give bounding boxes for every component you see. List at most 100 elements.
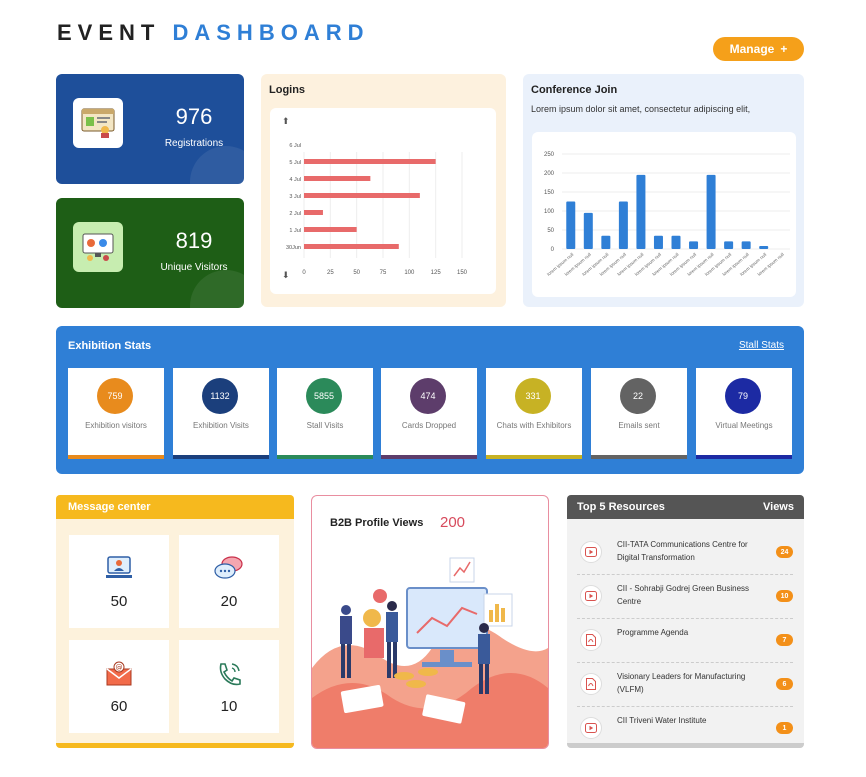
manage-button[interactable]: Manage + [713, 37, 804, 61]
plus-icon: + [780, 42, 788, 56]
stat-color-bar [277, 455, 373, 459]
registrations-label: Registrations [164, 138, 224, 149]
b2b-value: 200 [440, 514, 466, 531]
resource-item[interactable]: CII-TATA Communications Centre for Digit… [577, 530, 793, 575]
chat-count: 20 [220, 593, 238, 610]
top-resources-footer [567, 743, 804, 748]
conference-bar[interactable] [724, 241, 734, 249]
email-icon: @ [103, 658, 135, 690]
conference-bar[interactable] [583, 212, 593, 249]
message-center-title: Message center [56, 495, 294, 519]
y-tick-label: 250 [544, 152, 555, 158]
login-bar[interactable] [304, 227, 357, 232]
stat-color-bar [486, 455, 582, 459]
video-call-icon [103, 553, 135, 585]
login-bar[interactable] [304, 244, 399, 249]
resource-title: CII-TATA Communications Centre for Digit… [617, 540, 748, 562]
email-card[interactable]: @ 60 [69, 640, 169, 733]
x-tick-label: 150 [457, 270, 468, 276]
video-call-card[interactable]: 50 [69, 535, 169, 628]
conference-bar[interactable] [636, 174, 646, 249]
exhibition-stat-card[interactable]: 5855 Stall Visits [277, 368, 373, 459]
stat-label: Cards Dropped [401, 421, 457, 430]
unique-visitors-label: Unique Visitors [160, 262, 228, 273]
exhibition-stat-card[interactable]: 759 Exhibition visitors [68, 368, 164, 459]
video-play-icon [580, 717, 602, 739]
resource-item[interactable]: CII Triveni Water Institute 1 [577, 706, 793, 748]
logins-chart: ⬆ ⬇ 0 25 50 75 100 125 150 6 Jul 5 Jul 4 Jul 3 Jul… [270, 108, 496, 294]
b2b-profile-views-panel[interactable]: B2B Profile Views 200 [311, 495, 549, 749]
conference-bar[interactable] [671, 235, 681, 249]
views-badge: 1 [776, 722, 793, 734]
stat-value-circle: 759 [97, 378, 133, 414]
y-tick-label: 5 Jul [289, 160, 301, 166]
top-resources-header: Top 5 Resources Views [567, 495, 804, 519]
phone-card[interactable]: 10 [179, 640, 279, 733]
resource-item[interactable]: CII - Sohrabji Godrej Green Business Cen… [577, 574, 793, 619]
registrations-card[interactable]: 976 Registrations [56, 74, 244, 184]
stat-color-bar [696, 455, 792, 459]
svg-text:@: @ [116, 664, 123, 672]
y-tick-label: 3 Jul [289, 194, 301, 200]
phone-call-icon [213, 658, 245, 690]
exhibition-title: Exhibition Stats [68, 340, 152, 352]
login-bar[interactable] [304, 193, 420, 198]
conference-bar[interactable] [601, 235, 611, 249]
page-title-part1: EVENT [57, 20, 161, 45]
stat-color-bar [591, 455, 687, 459]
conference-bar[interactable] [689, 241, 699, 249]
conference-bar[interactable] [566, 201, 576, 250]
conference-chart: 0 50 100 150 200 250 lorem ipsum null lorem ips… [532, 132, 796, 297]
email-count: 60 [110, 698, 128, 715]
resource-title: CII - Sohrabji Godrej Green Business Cen… [617, 584, 750, 606]
y-tick-label: 100 [544, 209, 555, 215]
exhibition-stat-card[interactable]: 79 Virtual Meetings [696, 368, 792, 459]
pdf-file-icon [580, 673, 602, 695]
exhibition-stat-card[interactable]: 331 Chats with Exhibitors [486, 368, 582, 459]
x-tick-label: 50 [353, 270, 360, 276]
stall-stats-link[interactable]: Stall Stats [739, 340, 784, 351]
views-badge: 6 [776, 678, 793, 690]
stat-value-circle: 474 [410, 378, 446, 414]
video-play-icon [580, 541, 602, 563]
conference-title: Conference Join [531, 84, 618, 96]
registration-board-icon [73, 98, 123, 148]
y-tick-label: 0 [551, 247, 555, 253]
message-center-footer [56, 743, 294, 748]
conference-bar[interactable] [706, 174, 716, 249]
y-tick-label: 200 [544, 171, 555, 177]
x-tick-label: 125 [431, 270, 442, 276]
exhibition-stat-card[interactable]: 22 Emails sent [591, 368, 687, 459]
views-badge: 10 [776, 590, 793, 602]
y-tick-label: 6 Jul [289, 143, 301, 149]
conference-bars: 050100150200250lorem ipsum nulllorem ips… [544, 152, 790, 277]
login-bar[interactable] [304, 176, 371, 181]
x-tick-label: 75 [380, 270, 387, 276]
unique-visitors-card[interactable]: 819 Unique Visitors [56, 198, 244, 308]
stat-color-bar [68, 455, 164, 459]
resource-title: CII Triveni Water Institute [617, 716, 707, 725]
visitors-screen-icon [73, 222, 123, 272]
conference-bar[interactable] [653, 235, 663, 249]
logins-bars: 0 25 50 75 100 125 150 6 Jul 5 Jul 4 Jul 3 Jul 2 Ju… [286, 143, 468, 276]
login-bar[interactable] [304, 210, 323, 215]
login-bar[interactable] [304, 159, 436, 164]
pdf-file-icon [580, 629, 602, 651]
resource-item[interactable]: Visionary Leaders for Manufacturing (VLF… [577, 662, 793, 707]
stat-value-circle: 5855 [306, 378, 342, 414]
exhibition-stat-card[interactable]: 474 Cards Dropped [381, 368, 477, 459]
page-title: EVENT DASHBOARD [57, 20, 369, 46]
exhibition-stat-card[interactable]: 1132 Exhibition Visits [173, 368, 269, 459]
y-tick-label: 30Jun [286, 245, 301, 251]
resource-item[interactable]: Programme Agenda 7 [577, 618, 793, 663]
resource-title: Programme Agenda [617, 628, 689, 637]
top-resources-title: Top 5 Resources [577, 501, 665, 513]
decorative-circle [190, 270, 244, 308]
conference-bar[interactable] [741, 241, 751, 249]
logins-title: Logins [269, 84, 306, 96]
chat-card[interactable]: 20 [179, 535, 279, 628]
conference-bar[interactable] [759, 245, 769, 249]
views-column-label: Views [763, 501, 794, 513]
chat-bubbles-icon [213, 553, 245, 585]
conference-bar[interactable] [618, 201, 628, 250]
